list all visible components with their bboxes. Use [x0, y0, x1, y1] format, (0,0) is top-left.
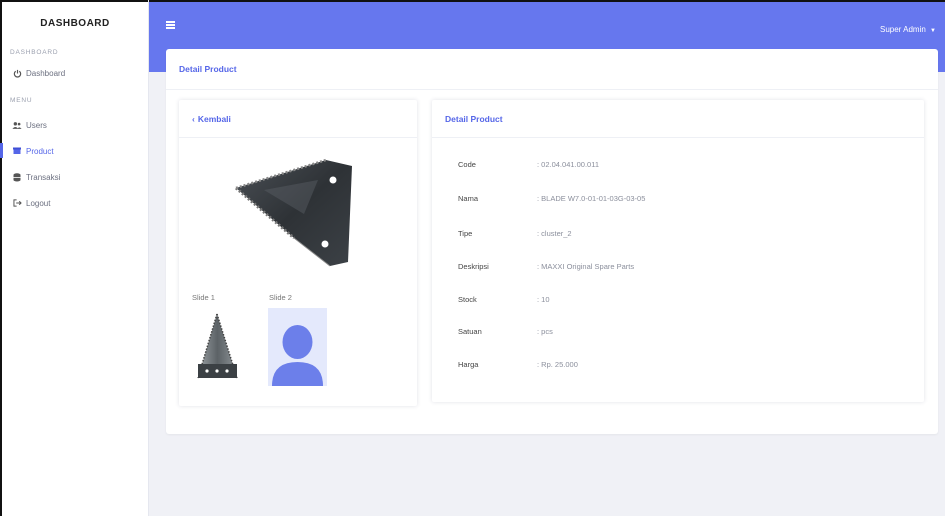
section-label-menu: MENU — [10, 97, 33, 104]
chevron-left-icon: ‹ — [192, 113, 195, 124]
sidebar-item-label: Users — [26, 120, 47, 130]
box-icon — [12, 146, 22, 156]
detail-value: : Rp. 25.000 — [537, 359, 578, 369]
detail-value: : cluster_2 — [537, 228, 572, 238]
section-label-dashboard: DASHBOARD — [10, 49, 59, 56]
product-detail-card: Detail Product Code : 02.04.041.00.011 N… — [432, 100, 924, 402]
detail-value: : MAXXI Original Spare Parts — [537, 261, 635, 271]
caret-down-icon: ▼ — [930, 28, 936, 34]
back-label: Kembali — [197, 113, 231, 124]
sidebar-item-logout[interactable]: Logout — [2, 190, 148, 216]
avatar-placeholder-icon — [272, 325, 323, 386]
sidebar-item-label: Dashboard — [26, 68, 66, 78]
detail-row-nama: Nama : BLADE W7.0-01-01-03G-03-05 — [458, 192, 645, 204]
detail-row-stock: Stock : 10 — [458, 293, 550, 305]
user-menu[interactable]: Super Admin ▼ — [880, 25, 936, 34]
sidebar-item-label: Logout — [26, 198, 51, 208]
detail-row-code: Code : 02.04.041.00.011 — [458, 158, 599, 170]
slide-2-thumbnail[interactable] — [268, 308, 327, 386]
detail-row-deskripsi: Deskripsi : MAXXI Original Spare Parts — [458, 260, 634, 272]
detail-card-title: Detail Product — [432, 100, 924, 138]
slide-2-label: Slide 2 — [269, 293, 292, 302]
sidebar-item-label: Transaksi — [26, 172, 61, 182]
logout-icon — [12, 198, 22, 208]
slide-1-label: Slide 1 — [192, 293, 215, 302]
detail-label: Nama — [458, 193, 479, 203]
sidebar-item-transaksi[interactable]: Transaksi — [2, 164, 148, 190]
user-name: Super Admin — [880, 25, 926, 34]
sidebar: DASHBOARD DASHBOARD Dashboard MENU Users… — [0, 0, 149, 516]
page-title: Detail Product — [166, 49, 938, 90]
detail-value: : 10 — [537, 294, 550, 304]
product-main-image — [234, 158, 356, 268]
sidebar-brand[interactable]: DASHBOARD — [2, 0, 148, 44]
detail-row-harga: Harga : Rp. 25.000 — [458, 358, 578, 370]
detail-row-satuan: Satuan : pcs — [458, 325, 553, 337]
product-images-card: ‹ Kembali Slide 1 Slide 2 — [179, 100, 417, 406]
sidebar-item-users[interactable]: Users — [2, 112, 148, 138]
detail-row-tipe: Tipe : cluster_2 — [458, 227, 572, 239]
detail-value: : pcs — [537, 326, 553, 336]
detail-label: Tipe — [458, 228, 473, 238]
detail-label: Deskripsi — [458, 261, 489, 271]
detail-label: Harga — [458, 359, 479, 369]
database-icon — [12, 172, 22, 182]
slide-1-thumbnail[interactable] — [192, 308, 242, 386]
detail-label: Code — [458, 159, 476, 169]
users-icon — [12, 120, 22, 130]
detail-label: Stock — [458, 294, 477, 304]
sidebar-item-dashboard[interactable]: Dashboard — [2, 60, 148, 86]
menu-toggle-icon[interactable] — [166, 21, 175, 29]
detail-value: : 02.04.041.00.011 — [537, 159, 599, 169]
detail-value: : BLADE W7.0-01-01-03G-03-05 — [537, 193, 646, 203]
sidebar-item-label: Product — [26, 146, 54, 156]
detail-label: Satuan — [458, 326, 482, 336]
sidebar-item-product[interactable]: Product — [0, 138, 148, 164]
back-link[interactable]: ‹ Kembali — [192, 114, 231, 124]
power-icon — [12, 68, 22, 78]
